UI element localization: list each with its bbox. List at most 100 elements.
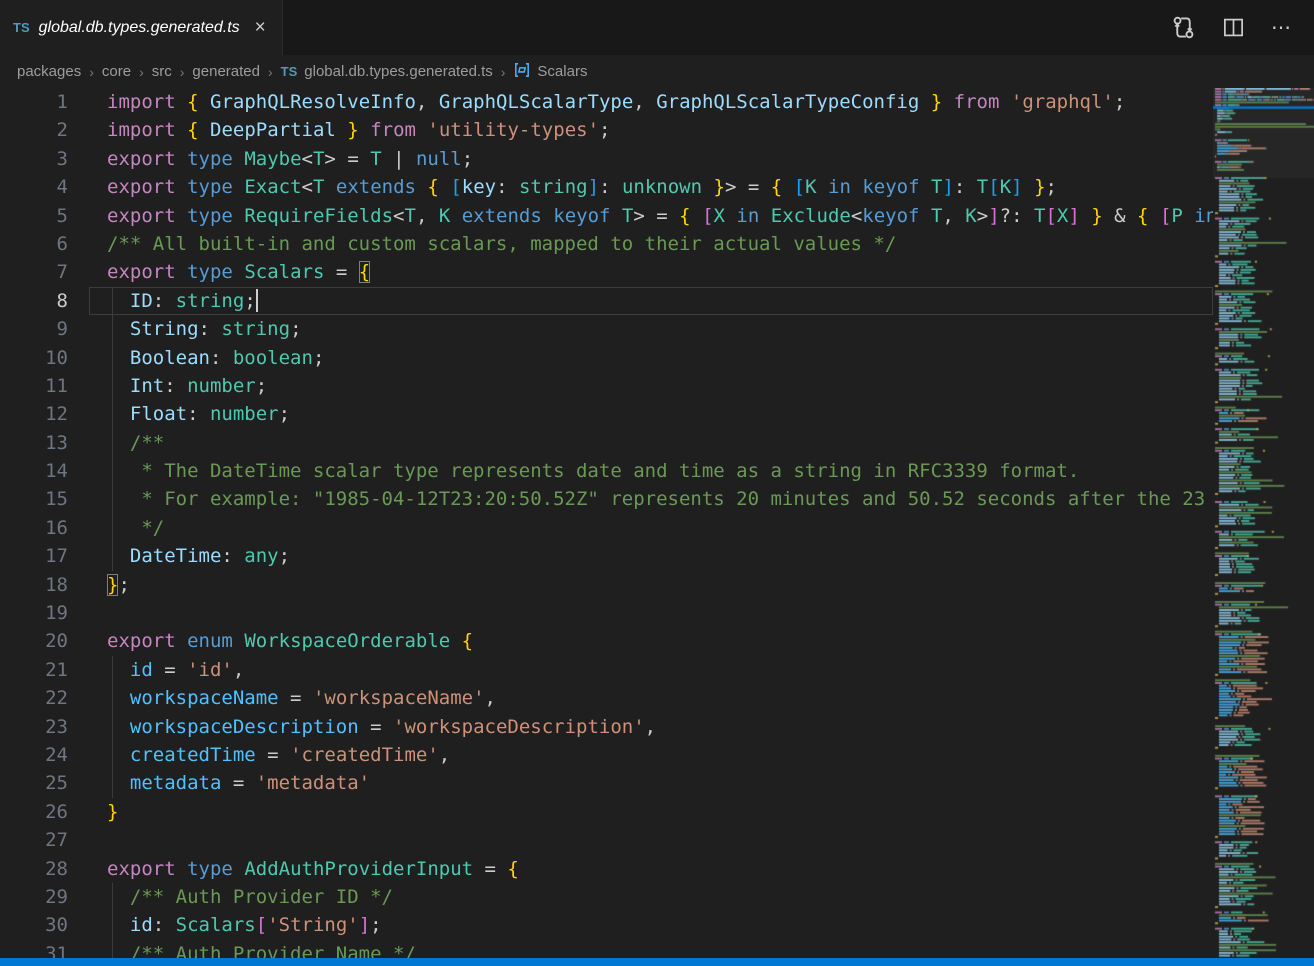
breadcrumb-packages[interactable]: packages — [17, 63, 81, 80]
code-text: export type Exact<T extends { [key: stri… — [68, 173, 1057, 201]
line-number[interactable]: 10 — [0, 344, 68, 372]
code-line[interactable]: 23 workspaceDescription = 'workspaceDesc… — [0, 713, 1213, 741]
code-line[interactable]: 26} — [0, 798, 1213, 826]
code-line[interactable]: 22 workspaceName = 'workspaceName', — [0, 684, 1213, 712]
breadcrumb-generated[interactable]: generated — [192, 63, 260, 80]
breadcrumb-symbol-scalars[interactable]: Scalars — [513, 61, 587, 83]
minimap[interactable] — [1213, 88, 1314, 958]
line-number[interactable]: 26 — [0, 798, 68, 826]
breadcrumb-file[interactable]: TS global.db.types.generated.ts — [281, 63, 493, 80]
split-editor-icon[interactable] — [1222, 16, 1245, 39]
code-token: } — [931, 91, 942, 113]
code-token: DeepPartial — [210, 119, 336, 141]
code-token: , — [633, 91, 644, 113]
line-number[interactable]: 7 — [0, 258, 68, 286]
line-number[interactable]: 9 — [0, 315, 68, 343]
code-token: = — [279, 687, 313, 709]
code-token: X — [1057, 205, 1068, 227]
code-line[interactable]: 25 metadata = 'metadata' — [0, 769, 1213, 797]
code-line[interactable]: 1import { GraphQLResolveInfo, GraphQLSca… — [0, 88, 1213, 116]
code-line[interactable]: 16 */ — [0, 514, 1213, 542]
line-number[interactable]: 15 — [0, 485, 68, 513]
code-line[interactable]: 24 createdTime = 'createdTime', — [0, 741, 1213, 769]
line-number[interactable]: 29 — [0, 883, 68, 911]
code-token — [759, 205, 770, 227]
breadcrumb-separator: › — [138, 64, 145, 80]
code-line[interactable]: 15 * For example: "1985-04-12T23:20:50.5… — [0, 485, 1213, 513]
code-line[interactable]: 5export type RequireFields<T, K extends … — [0, 202, 1213, 230]
line-number[interactable]: 19 — [0, 599, 68, 627]
line-number[interactable]: 22 — [0, 684, 68, 712]
line-number[interactable]: 12 — [0, 400, 68, 428]
code-line[interactable]: 4export type Exact<T extends { [key: str… — [0, 173, 1213, 201]
code-token: T — [313, 148, 324, 170]
code-text: /** Auth Provider ID */ — [68, 883, 393, 911]
line-number[interactable]: 25 — [0, 769, 68, 797]
line-number[interactable]: 11 — [0, 372, 68, 400]
code-line[interactable]: 2import { DeepPartial } from 'utility-ty… — [0, 116, 1213, 144]
breadcrumb-core[interactable]: core — [102, 63, 131, 80]
code-token: export — [107, 176, 176, 198]
code-line[interactable]: 13 /** — [0, 429, 1213, 457]
line-number[interactable]: 18 — [0, 571, 68, 599]
line-number[interactable]: 8 — [0, 287, 68, 315]
tab-global-db-types-generated[interactable]: TS global.db.types.generated.ts × — [0, 0, 283, 55]
code-line[interactable]: 28export type AddAuthProviderInput = { — [0, 855, 1213, 883]
line-number[interactable]: 17 — [0, 542, 68, 570]
line-number[interactable]: 4 — [0, 173, 68, 201]
code-token — [176, 205, 187, 227]
more-actions-icon[interactable]: ⋯ — [1271, 15, 1292, 40]
line-number[interactable]: 23 — [0, 713, 68, 741]
line-number[interactable]: 28 — [0, 855, 68, 883]
code-token: T — [404, 205, 415, 227]
code-text: Int: number; — [68, 372, 267, 400]
line-number[interactable]: 14 — [0, 457, 68, 485]
breadcrumb-src[interactable]: src — [152, 63, 172, 80]
code-line[interactable]: 7export type Scalars = { — [0, 258, 1213, 286]
line-number[interactable]: 31 — [0, 940, 68, 958]
code-token: < — [851, 205, 862, 227]
code-token: : — [496, 176, 519, 198]
open-changes-icon[interactable] — [1171, 15, 1196, 40]
code-line[interactable]: 19 — [0, 599, 1213, 627]
code-token: K — [1000, 176, 1011, 198]
line-number[interactable]: 5 — [0, 202, 68, 230]
line-number[interactable]: 1 — [0, 88, 68, 116]
code-line[interactable]: 14 * The DateTime scalar type represents… — [0, 457, 1213, 485]
code-token — [359, 119, 370, 141]
code-token: ] — [988, 205, 999, 227]
line-number[interactable]: 6 — [0, 230, 68, 258]
code-line[interactable]: 30 id: Scalars['String']; — [0, 911, 1213, 939]
line-number[interactable]: 2 — [0, 116, 68, 144]
line-number[interactable]: 27 — [0, 826, 68, 854]
tab-close-icon[interactable]: × — [253, 18, 268, 37]
code-line[interactable]: 20export enum WorkspaceOrderable { — [0, 627, 1213, 655]
code-token — [1183, 205, 1194, 227]
line-number[interactable]: 21 — [0, 656, 68, 684]
code-token: T — [931, 176, 942, 198]
line-number[interactable]: 20 — [0, 627, 68, 655]
line-number[interactable]: 13 — [0, 429, 68, 457]
code-line[interactable]: 27 — [0, 826, 1213, 854]
code-line[interactable]: 9 String: string; — [0, 315, 1213, 343]
code-line[interactable]: 11 Int: number; — [0, 372, 1213, 400]
code-editor[interactable]: 1import { GraphQLResolveInfo, GraphQLSca… — [0, 88, 1213, 958]
line-number[interactable]: 30 — [0, 911, 68, 939]
code-line[interactable]: 6/** All built-in and custom scalars, ma… — [0, 230, 1213, 258]
code-token — [942, 91, 953, 113]
breadcrumb-separator: › — [267, 64, 274, 80]
code-line[interactable]: 12 Float: number; — [0, 400, 1213, 428]
code-token — [691, 205, 702, 227]
code-line[interactable]: 3export type Maybe<T> = T | null; — [0, 145, 1213, 173]
code-line[interactable]: 10 Boolean: boolean; — [0, 344, 1213, 372]
line-number[interactable]: 3 — [0, 145, 68, 173]
code-line[interactable]: 31 /** Auth Provider Name */ — [0, 940, 1213, 958]
code-line[interactable]: 17 DateTime: any; — [0, 542, 1213, 570]
code-line[interactable]: 29 /** Auth Provider ID */ — [0, 883, 1213, 911]
line-number[interactable]: 16 — [0, 514, 68, 542]
line-number[interactable]: 24 — [0, 741, 68, 769]
code-line[interactable]: 21 id = 'id', — [0, 656, 1213, 684]
status-bar[interactable] — [0, 958, 1314, 966]
code-line[interactable]: 18}; — [0, 571, 1213, 599]
code-line[interactable]: 8 ID: string; — [0, 287, 1213, 315]
